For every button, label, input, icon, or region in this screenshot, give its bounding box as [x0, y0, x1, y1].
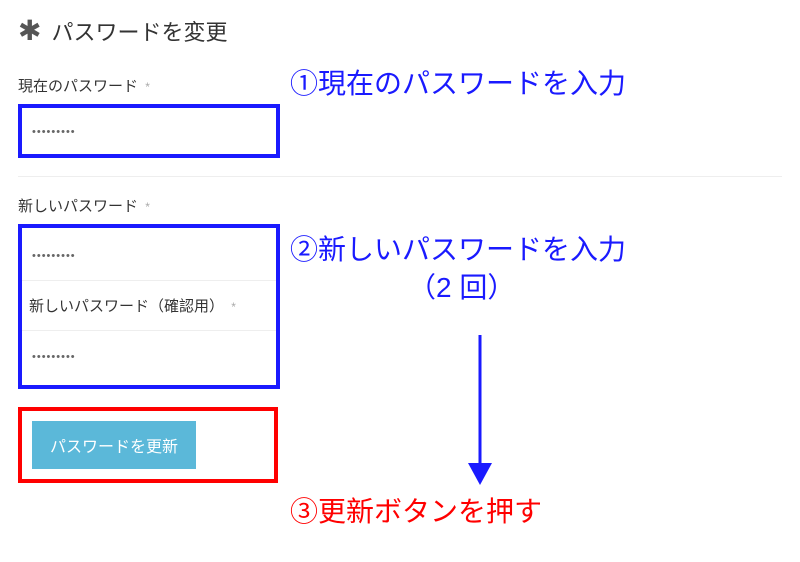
- new-password-label: 新しいパスワード *: [18, 195, 782, 216]
- current-password-input[interactable]: [32, 126, 266, 138]
- page-title: パスワードを変更: [51, 15, 227, 47]
- label-text: 新しいパスワード（確認用）: [29, 298, 224, 315]
- divider: [22, 330, 276, 331]
- new-password-confirm-input[interactable]: [32, 351, 266, 363]
- annotation-step3: ③更新ボタンを押す: [290, 490, 542, 530]
- update-password-button[interactable]: パスワードを更新: [32, 421, 196, 469]
- submit-button-highlight: パスワードを更新: [18, 407, 278, 483]
- required-mark: *: [231, 300, 236, 314]
- divider: [18, 176, 782, 177]
- annotation-step2-line2: （2 回）: [408, 266, 515, 306]
- new-password-input[interactable]: [32, 250, 266, 262]
- required-mark: *: [145, 80, 150, 94]
- asterisk-icon: ✱: [18, 17, 41, 45]
- label-text: 現在のパスワード: [18, 78, 138, 95]
- divider: [22, 280, 276, 281]
- current-password-group-highlight: [18, 104, 280, 158]
- annotation-step2-line1: ②新しいパスワードを入力: [290, 228, 626, 268]
- new-password-group-highlight: 新しいパスワード（確認用） *: [18, 224, 280, 389]
- annotation-step1: ①現在のパスワードを入力: [290, 62, 626, 102]
- password-change-form: 現在のパスワード * 新しいパスワード * 新しいパスワード（確認用） * パス…: [0, 75, 800, 483]
- label-text: 新しいパスワード: [18, 198, 138, 215]
- page-header: ✱ パスワードを変更: [0, 0, 800, 57]
- required-mark: *: [145, 200, 150, 214]
- arrow-down-icon: [460, 335, 500, 485]
- new-password-confirm-label: 新しいパスワード（確認用） *: [29, 295, 266, 316]
